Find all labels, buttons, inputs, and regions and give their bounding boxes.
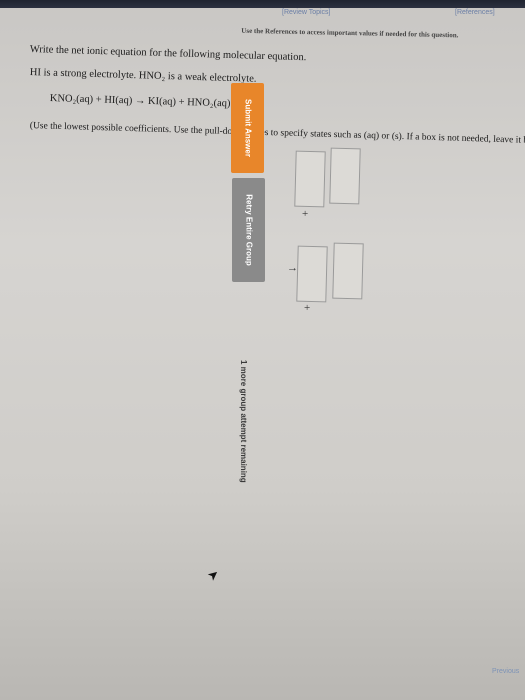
electrolyte-info: HI is a strong electrolyte. HNO₂ is a we… <box>29 67 257 85</box>
attempts-remaining: 1 more group attempt remaining <box>239 360 248 483</box>
previous-link[interactable]: Previous <box>492 668 519 675</box>
top-bar <box>0 0 525 8</box>
review-topics-link[interactable]: [Review Topics] <box>282 9 331 16</box>
plus-sign: + <box>304 302 311 314</box>
reactant-box-2[interactable] <box>329 147 361 205</box>
references-link[interactable]: [References] <box>455 9 495 16</box>
retry-group-button[interactable]: Retry Entire Group <box>232 178 265 282</box>
reactant-box-1[interactable] <box>294 150 326 208</box>
mouse-cursor-icon: ➤ <box>204 565 223 584</box>
question-prompt: Write the net ionic equation for the fol… <box>29 44 307 64</box>
product-box-2[interactable] <box>332 242 364 300</box>
header-links: [Review Topics] [References] <box>0 8 525 18</box>
references-note: Use the References to access important v… <box>241 26 459 40</box>
molecular-equation: KNO₂(aq) + HI(aq) → KI(aq) + HNO₂(aq) <box>49 93 231 110</box>
plus-sign: + <box>302 208 309 220</box>
instructions: (Use the lowest possible coefficients. U… <box>29 121 525 147</box>
submit-answer-button[interactable]: Submit Answer <box>231 83 264 173</box>
product-box-1[interactable] <box>296 245 328 303</box>
